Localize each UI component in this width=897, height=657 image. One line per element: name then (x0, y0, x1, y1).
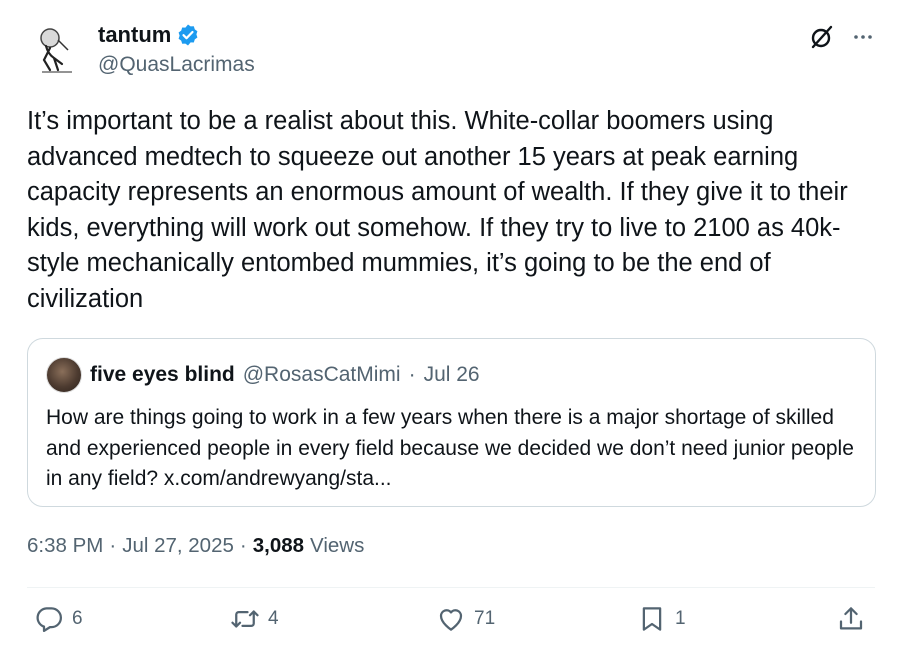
repost-count: 4 (268, 608, 279, 629)
like-count: 71 (474, 608, 496, 629)
quoted-tweet[interactable]: five eyes blind @RosasCatMimi · Jul 26 H… (27, 338, 876, 507)
share-icon (839, 607, 863, 630)
author-avatar[interactable] (28, 20, 86, 78)
like-icon (439, 609, 463, 631)
quoted-date: Jul 26 (423, 363, 480, 386)
bookmark-count: 1 (675, 608, 686, 629)
views-count: 3,088 (252, 534, 305, 557)
share-button[interactable] (836, 604, 866, 634)
views-label: Views (310, 534, 365, 557)
quoted-author-name: five eyes blind (90, 363, 235, 386)
repost-button[interactable]: 4 (230, 604, 279, 634)
quoted-tweet-header: five eyes blind @RosasCatMimi · Jul 26 (46, 357, 857, 393)
tweet-actions: 6 4 71 1 (0, 604, 897, 648)
tweet-date[interactable]: Jul 27, 2025 (122, 534, 234, 558)
bookmark-button[interactable]: 1 (637, 604, 686, 634)
grok-icon[interactable] (809, 24, 835, 55)
author-name[interactable]: tantum (98, 22, 171, 48)
quoted-author-handle: @RosasCatMimi (242, 363, 401, 386)
reply-count: 6 (72, 608, 83, 629)
reply-button[interactable]: 6 (34, 604, 83, 634)
repost-icon (231, 610, 259, 628)
tweet-time[interactable]: 6:38 PM (27, 534, 103, 558)
divider (27, 587, 875, 588)
author-handle[interactable]: @QuasLacrimas (98, 53, 255, 77)
verified-icon[interactable] (176, 23, 200, 47)
quoted-separator: · (408, 363, 416, 386)
meta-separator: · (109, 534, 117, 557)
tweet-top-actions (809, 24, 875, 55)
reply-icon (36, 607, 62, 632)
like-button[interactable]: 71 (436, 604, 495, 634)
avatar-illustration (28, 20, 86, 78)
more-icon[interactable] (851, 25, 875, 54)
tweet-author: tantum @QuasLacrimas (98, 22, 255, 77)
quoted-tweet-text: How are things going to work in a few ye… (46, 406, 854, 490)
quoted-author-avatar (46, 357, 82, 393)
tweet-meta: 6:38 PM · Jul 27, 2025 · 3,088 Views (27, 534, 364, 558)
bookmark-icon (642, 607, 662, 631)
tweet-text: It’s important to be a realist about thi… (27, 107, 848, 313)
meta-separator: · (239, 534, 247, 557)
